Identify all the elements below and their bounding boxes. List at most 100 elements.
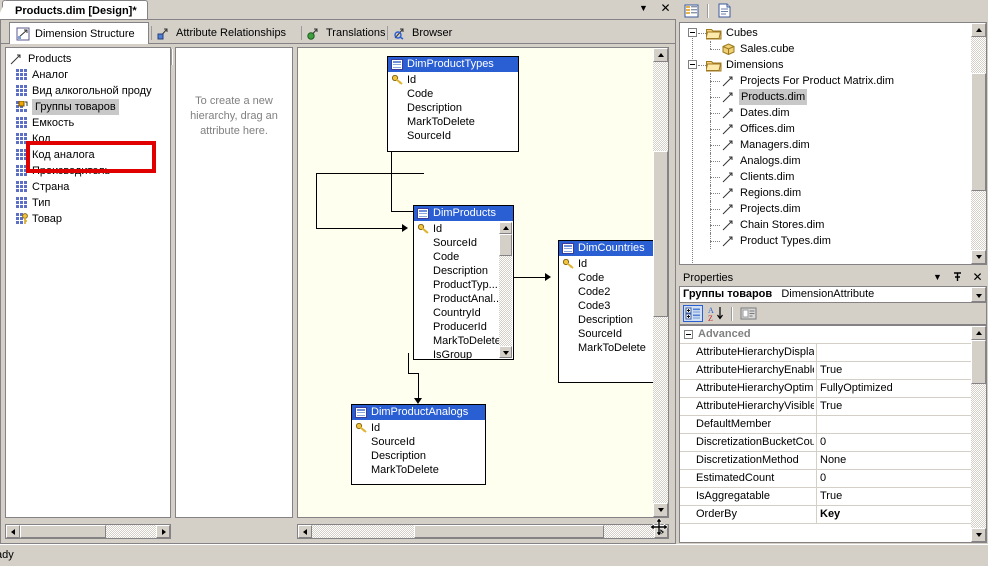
solution-tree-node-dimensions[interactable]: Dimensions — [680, 57, 970, 73]
close-icon[interactable]: ✕ — [971, 271, 984, 284]
attribute-item-gruppy-tovarov[interactable]: Группы товаров — [6, 99, 170, 115]
attribute-item-kod-analoga[interactable]: Код аналога — [6, 147, 170, 163]
solution-tree-node-sales-cube[interactable]: Sales.cube — [680, 41, 970, 57]
property-row[interactable]: AttributeHierarchyVisible True — [680, 398, 986, 416]
solution-explorer-vertical-scrollbar[interactable] — [971, 23, 986, 264]
property-row[interactable]: DiscretizationBucketCount 0 — [680, 434, 986, 452]
property-row[interactable]: EstimatedCount 0 — [680, 470, 986, 488]
property-value[interactable]: Key — [820, 506, 970, 522]
dsv-scroll-up-button[interactable] — [653, 48, 668, 62]
attributes-root-node[interactable]: Products — [6, 51, 170, 67]
table-column[interactable]: SourceId — [559, 327, 658, 341]
solution-tree-node-managers-dim[interactable]: Managers.dim — [680, 137, 970, 153]
solution-tree-node-dates-dim[interactable]: Dates.dim — [680, 105, 970, 121]
show-all-files-icon[interactable] — [715, 2, 735, 20]
property-row[interactable]: IsAggregatable True — [680, 488, 986, 506]
solution-tree-node-offices-dim[interactable]: Offices.dim — [680, 121, 970, 137]
categorized-view-icon[interactable] — [683, 305, 703, 322]
scroll-down-button[interactable] — [499, 346, 512, 358]
dsv-canvas[interactable]: DimProductTypes Id Code Description Mark… — [298, 48, 668, 517]
solution-tree-node-products-dim[interactable]: Products.dim — [680, 89, 970, 105]
solution-tree-node-analogs-dim[interactable]: Analogs.dim — [680, 153, 970, 169]
attribute-item-emkost[interactable]: Емкость — [6, 115, 170, 131]
table-header[interactable]: DimProductTypes — [388, 57, 518, 72]
property-row[interactable]: DiscretizationMethod None — [680, 452, 986, 470]
document-tab-products-dim[interactable]: Products.dim [Design]* — [2, 0, 148, 19]
table-column[interactable]: SourceId — [352, 435, 485, 449]
scroll-up-button[interactable] — [971, 23, 986, 37]
scroll-left-button[interactable] — [6, 525, 20, 538]
attribute-item-tovar[interactable]: Товар — [6, 211, 170, 227]
table-column[interactable]: MarkToDelete — [388, 115, 518, 129]
solution-tree-node-chain-stores-dim[interactable]: Chain Stores.dim — [680, 217, 970, 233]
alphabetical-sort-icon[interactable]: A Z — [707, 305, 727, 323]
attributes-tree[interactable]: Products Аналог Вид алкогольной проду Гр… — [5, 47, 171, 518]
solution-tree-node-cubes[interactable]: Cubes — [680, 25, 970, 41]
table-column[interactable]: SourceId — [388, 129, 518, 143]
scroll-right-button[interactable] — [156, 525, 170, 538]
table-column[interactable]: MarkToDelete — [352, 463, 485, 477]
properties-object-selector[interactable]: Группы товаров DimensionAttribute — [679, 286, 987, 303]
window-menu-icon[interactable]: ▼ — [931, 271, 944, 284]
attribute-item-strana[interactable]: Страна — [6, 179, 170, 195]
table-header[interactable]: DimProducts — [414, 206, 513, 221]
dsv-diagram-surface[interactable]: DimProductTypes Id Code Description Mark… — [297, 47, 669, 518]
table-header[interactable]: DimCountries — [559, 241, 658, 256]
property-value[interactable]: FullyOptimized — [820, 380, 970, 396]
scroll-thumb[interactable] — [20, 525, 106, 538]
scroll-down-button[interactable] — [971, 250, 986, 264]
table-column[interactable]: Code3 — [559, 299, 658, 313]
dsv-scroll-thumb[interactable] — [653, 151, 668, 317]
document-close-icon[interactable]: ✕ — [659, 2, 672, 15]
property-value[interactable]: True — [820, 398, 970, 414]
table-column[interactable]: Id — [559, 257, 658, 271]
collapse-expander-icon[interactable] — [688, 60, 697, 69]
solution-tree-node-projects-for-product-matrix-dim[interactable]: Projects For Product Matrix.dim — [680, 73, 970, 89]
table-vertical-scrollbar[interactable] — [499, 222, 512, 358]
table-column[interactable]: MarkToDelete — [559, 341, 658, 355]
property-row[interactable]: AttributeHierarchyDisplayF — [680, 344, 986, 362]
dsv-scroll-down-button[interactable] — [653, 503, 668, 517]
dsv-table-dimproducts[interactable]: DimProducts Id SourceId Code Description… — [413, 205, 514, 360]
dsv-table-dimproductanalogs[interactable]: DimProductAnalogs Id SourceId Descriptio… — [351, 404, 486, 485]
scroll-up-button[interactable] — [499, 222, 512, 234]
scroll-left-button[interactable] — [298, 525, 312, 538]
hierarchies-dropzone[interactable]: To create a new hierarchy, drag an attri… — [175, 47, 293, 518]
property-value[interactable]: True — [820, 488, 970, 504]
table-column[interactable]: Description — [352, 449, 485, 463]
properties-object-dropdown-icon[interactable] — [971, 287, 986, 302]
collapse-expander-icon[interactable] — [688, 28, 697, 37]
tab-dimension-structure[interactable]: Dimension Structure — [9, 22, 149, 45]
tab-translations[interactable]: Translations — [301, 22, 386, 44]
table-column[interactable]: Code2 — [559, 285, 658, 299]
attribute-item-kod[interactable]: Код — [6, 131, 170, 147]
property-pages-icon[interactable] — [739, 305, 759, 322]
properties-vertical-scrollbar[interactable] — [971, 326, 986, 542]
property-value[interactable]: 0 — [820, 434, 970, 450]
dsv-vertical-scrollbar[interactable] — [653, 48, 668, 517]
property-value[interactable]: None — [820, 452, 970, 468]
scroll-thumb[interactable] — [499, 234, 512, 256]
solution-tree-node-product-types-dim[interactable]: Product Types.dim — [680, 233, 970, 249]
properties-grid[interactable]: Advanced AttributeHierarchyDisplayF Attr… — [679, 325, 987, 543]
table-column[interactable]: Code — [559, 271, 658, 285]
table-column[interactable]: Description — [388, 101, 518, 115]
scroll-up-button[interactable] — [971, 326, 986, 340]
scroll-thumb[interactable] — [971, 340, 986, 384]
solution-tree-node-clients-dim[interactable]: Clients.dim — [680, 169, 970, 185]
dsv-table-dimcountries[interactable]: DimCountries Id Code Code2 Code3 Descrip… — [558, 240, 659, 383]
table-column[interactable]: Id — [352, 421, 485, 435]
table-column[interactable]: Code — [388, 87, 518, 101]
property-value[interactable]: 0 — [820, 470, 970, 486]
property-category-advanced[interactable]: Advanced — [680, 326, 986, 344]
scroll-thumb[interactable] — [971, 73, 986, 191]
attribute-item-tip[interactable]: Тип — [6, 195, 170, 211]
property-row[interactable]: OrderBy Key — [680, 506, 986, 524]
table-column[interactable]: Id — [388, 73, 518, 87]
document-dropdown-icon[interactable]: ▼ — [637, 2, 650, 15]
property-row[interactable]: DefaultMember — [680, 416, 986, 434]
table-header[interactable]: DimProductAnalogs — [352, 405, 485, 420]
property-value[interactable]: True — [820, 362, 970, 378]
solution-tree-node-regions-dim[interactable]: Regions.dim — [680, 185, 970, 201]
tab-attribute-relationships[interactable]: Attribute Relationships — [151, 22, 299, 44]
